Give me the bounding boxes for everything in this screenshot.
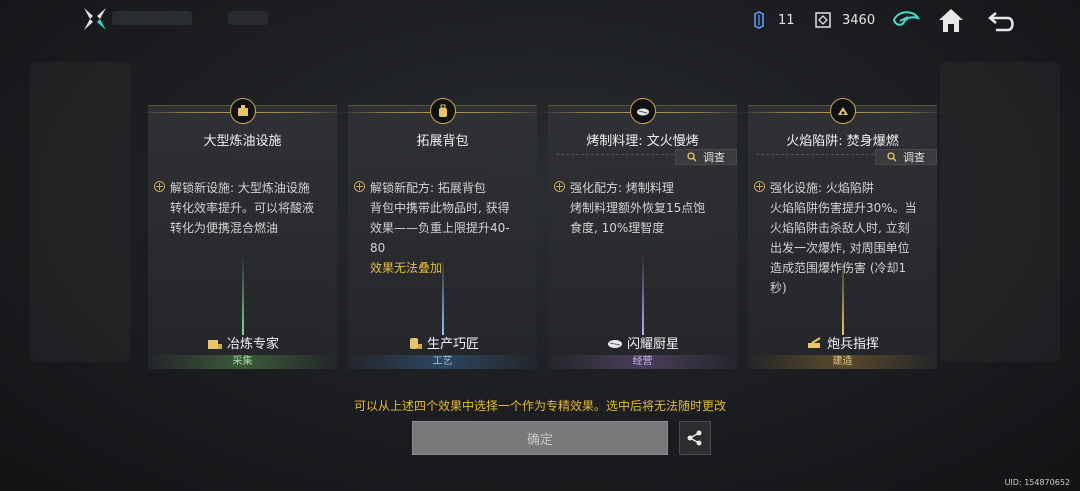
category-band: 经营 xyxy=(548,355,737,369)
token-icon xyxy=(815,12,831,28)
light-beam xyxy=(841,255,844,335)
perk-card[interactable]: 大型炼油设施 解锁新设施: 大型炼油设施 转化效率提升。可以将酸液 转化为便携混… xyxy=(142,98,343,369)
confirm-button[interactable]: 确定 xyxy=(412,421,668,455)
category-label: 建造 xyxy=(832,356,853,367)
trap-icon xyxy=(829,98,856,124)
desc-line: 烤制料理额外恢复15点饱 xyxy=(570,201,706,215)
token-counter[interactable]: 3460 xyxy=(814,11,875,29)
card-title: 烤制料理: 文火慢烤 xyxy=(586,134,699,149)
card-title: 大型炼油设施 xyxy=(203,134,282,149)
desc-line: 背包中携带此物品时, 获得 xyxy=(370,201,510,215)
unlock-bullet-icon xyxy=(354,181,365,192)
desc-line: 效果——负重上限提升40- xyxy=(370,221,510,235)
desc-line: 80 xyxy=(370,241,386,255)
share-icon xyxy=(687,430,702,446)
inspect-button[interactable]: 调查 xyxy=(675,149,737,165)
magnifier-icon xyxy=(887,152,897,162)
chef-icon xyxy=(607,339,622,348)
light-beam xyxy=(241,255,244,335)
category-band: 建造 xyxy=(748,355,937,369)
card-title: 火焰陷阱: 焚身爆燃 xyxy=(786,134,899,149)
light-beam xyxy=(441,255,444,335)
faction-icon[interactable] xyxy=(890,6,922,34)
unlock-bullet-icon xyxy=(154,181,165,192)
role-label: 冶炼专家 xyxy=(148,333,337,352)
desc-line: 强化配方: 烤制料理 xyxy=(570,181,674,195)
inspect-label: 调查 xyxy=(703,151,725,164)
category-band: 工艺 xyxy=(348,355,537,369)
crystal-icon xyxy=(754,11,764,29)
card-description: 强化设施: 火焰陷阱 火焰陷阱伤害提升30%。当 火焰陷阱击杀敌人时, 立刻 出… xyxy=(770,178,927,298)
share-button[interactable] xyxy=(679,421,711,455)
token-count: 3460 xyxy=(842,12,876,28)
crystal-count: 11 xyxy=(778,12,795,28)
light-beam xyxy=(641,255,644,335)
card-description: 强化配方: 烤制料理 烤制料理额外恢复15点饱 食度, 10%理智度 xyxy=(570,178,727,238)
backpack-icon xyxy=(429,98,456,124)
role-name: 生产巧匠 xyxy=(426,337,479,352)
top-bar: 11 3460 xyxy=(0,0,1080,42)
role-name: 闪耀厨星 xyxy=(626,337,679,352)
background-panel xyxy=(940,62,1060,362)
confirm-label: 确定 xyxy=(526,432,553,448)
card-description: 解锁新设施: 大型炼油设施 转化效率提升。可以将酸液 转化为便携混合燃油 xyxy=(170,178,327,238)
selection-hint: 可以从上述四个效果中选择一个作为专精效果。选中后将无法随时更改 xyxy=(353,399,726,413)
cooking-icon xyxy=(629,98,656,124)
perk-card[interactable]: 烤制料理: 文火慢烤 调查 强化配方: 烤制料理 烤制料理额外恢复15点饱 食度… xyxy=(542,98,743,369)
desc-line: 转化为便携混合燃油 xyxy=(170,221,279,235)
crystal-counter[interactable]: 11 xyxy=(750,11,795,29)
card-description: 解锁新配方: 拓展背包 背包中携带此物品时, 获得 效果——负重上限提升40- … xyxy=(370,178,527,278)
upgrade-bullet-icon xyxy=(554,181,565,192)
role-label: 闪耀厨星 xyxy=(548,333,737,352)
inspect-button[interactable]: 调查 xyxy=(875,149,937,165)
logo-icon[interactable] xyxy=(82,6,108,32)
category-band: 采集 xyxy=(148,355,337,369)
upgrade-bullet-icon xyxy=(754,181,765,192)
home-icon[interactable] xyxy=(935,6,967,34)
perk-card[interactable]: 拓展背包 解锁新配方: 拓展背包 背包中携带此物品时, 获得 效果——负重上限提… xyxy=(342,98,543,369)
role-label: 生产巧匠 xyxy=(348,333,537,352)
magnifier-icon xyxy=(687,152,697,162)
perk-card[interactable]: 火焰陷阱: 焚身爆燃 调查 强化设施: 火焰陷阱 火焰陷阱伤害提升30%。当 火… xyxy=(742,98,943,369)
category-label: 采集 xyxy=(232,356,253,367)
blurred-title xyxy=(112,11,192,25)
role-name: 冶炼专家 xyxy=(226,337,279,352)
stack-note: 效果无法叠加 xyxy=(370,261,443,275)
uid-label: UID: 154870652 xyxy=(1004,478,1070,487)
desc-line: 强化设施: 火焰陷阱 xyxy=(770,181,874,195)
desc-line: 秒) xyxy=(770,281,787,295)
desc-line: 解锁新配方: 拓展背包 xyxy=(370,181,486,195)
desc-line: 出发一次爆炸, 对周围单位 xyxy=(770,241,910,255)
smelter-icon xyxy=(207,339,222,349)
back-icon[interactable] xyxy=(986,6,1018,34)
inspect-label: 调查 xyxy=(903,151,925,164)
desc-line: 造成范围爆炸伤害 (冷却1 xyxy=(770,261,907,275)
craftsman-icon xyxy=(409,337,422,349)
artillery-icon xyxy=(807,336,821,348)
background-panel xyxy=(30,62,130,362)
desc-line: 解锁新设施: 大型炼油设施 xyxy=(170,181,310,195)
role-label: 炮兵指挥 xyxy=(748,333,937,352)
blurred-subtitle xyxy=(228,11,268,25)
role-name: 炮兵指挥 xyxy=(826,337,879,352)
desc-line: 食度, 10%理智度 xyxy=(570,221,665,235)
category-label: 经营 xyxy=(632,356,653,367)
category-label: 工艺 xyxy=(432,356,453,367)
card-title: 拓展背包 xyxy=(416,134,469,149)
desc-line: 火焰陷阱伤害提升30%。当 xyxy=(770,201,917,215)
desc-line: 转化效率提升。可以将酸液 xyxy=(170,201,315,215)
desc-line: 火焰陷阱击杀敌人时, 立刻 xyxy=(770,221,910,235)
oil-refinery-icon xyxy=(229,98,256,124)
